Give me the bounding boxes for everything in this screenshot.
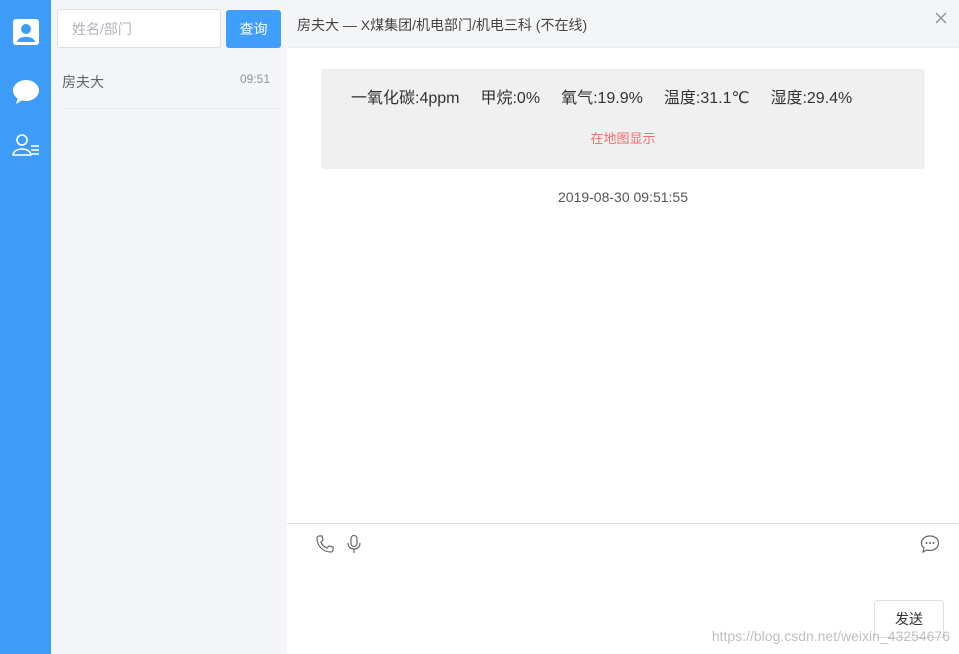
nav-profile[interactable] bbox=[0, 9, 51, 55]
sensor-message-card: 一氧化碳:4ppm 甲烷:0% 氧气:19.9% 温度:31.1℃ 湿度:29.… bbox=[321, 69, 925, 169]
close-icon[interactable] bbox=[933, 10, 949, 26]
nav-rail bbox=[0, 0, 51, 654]
user-card-icon bbox=[12, 19, 39, 45]
sensor-co: 一氧化碳:4ppm bbox=[351, 90, 460, 107]
composer: 发送 bbox=[287, 523, 959, 654]
contact-name: 房夫大 bbox=[62, 74, 104, 90]
contacts-list-icon bbox=[11, 134, 39, 156]
contact-item[interactable]: 房夫大 09:51 bbox=[62, 58, 280, 109]
sensor-temperature: 温度:31.1℃ bbox=[663, 90, 750, 107]
microphone-icon[interactable] bbox=[344, 534, 364, 554]
chat-app: 查询 房夫大 09:51 房夫大 — X煤集团/机电部门/机电三科 (不在线) … bbox=[0, 0, 959, 654]
message-timestamp: 2019-08-30 09:51:55 bbox=[558, 189, 688, 205]
sensor-oxygen: 氧气:19.9% bbox=[561, 90, 643, 107]
sensor-readings: 一氧化碳:4ppm 甲烷:0% 氧气:19.9% 温度:31.1℃ 湿度:29.… bbox=[351, 84, 873, 108]
nav-contacts[interactable] bbox=[0, 122, 51, 168]
send-button[interactable]: 发送 bbox=[874, 600, 944, 638]
chat-bubble-icon bbox=[12, 80, 39, 104]
nav-messages[interactable] bbox=[0, 69, 51, 115]
search-button[interactable]: 查询 bbox=[226, 10, 281, 48]
chat-panel: 房夫大 — X煤集团/机电部门/机电三科 (不在线) 一氧化碳:4ppm 甲烷:… bbox=[287, 0, 959, 654]
chat-header: 房夫大 — X煤集团/机电部门/机电三科 (不在线) bbox=[287, 0, 959, 48]
sensor-methane: 甲烷:0% bbox=[480, 90, 541, 107]
show-on-map-link[interactable]: 在地图显示 bbox=[321, 128, 925, 147]
sensor-humidity: 湿度:29.4% bbox=[770, 90, 853, 107]
search-input[interactable] bbox=[57, 9, 221, 48]
phone-icon[interactable] bbox=[315, 534, 335, 554]
contact-panel: 查询 房夫大 09:51 bbox=[51, 0, 287, 654]
message-input[interactable] bbox=[307, 564, 871, 628]
chat-title: 房夫大 — X煤集团/机电部门/机电三科 (不在线) bbox=[297, 17, 588, 33]
contact-time: 09:51 bbox=[239, 72, 270, 86]
emoji-chat-icon[interactable] bbox=[920, 534, 940, 554]
